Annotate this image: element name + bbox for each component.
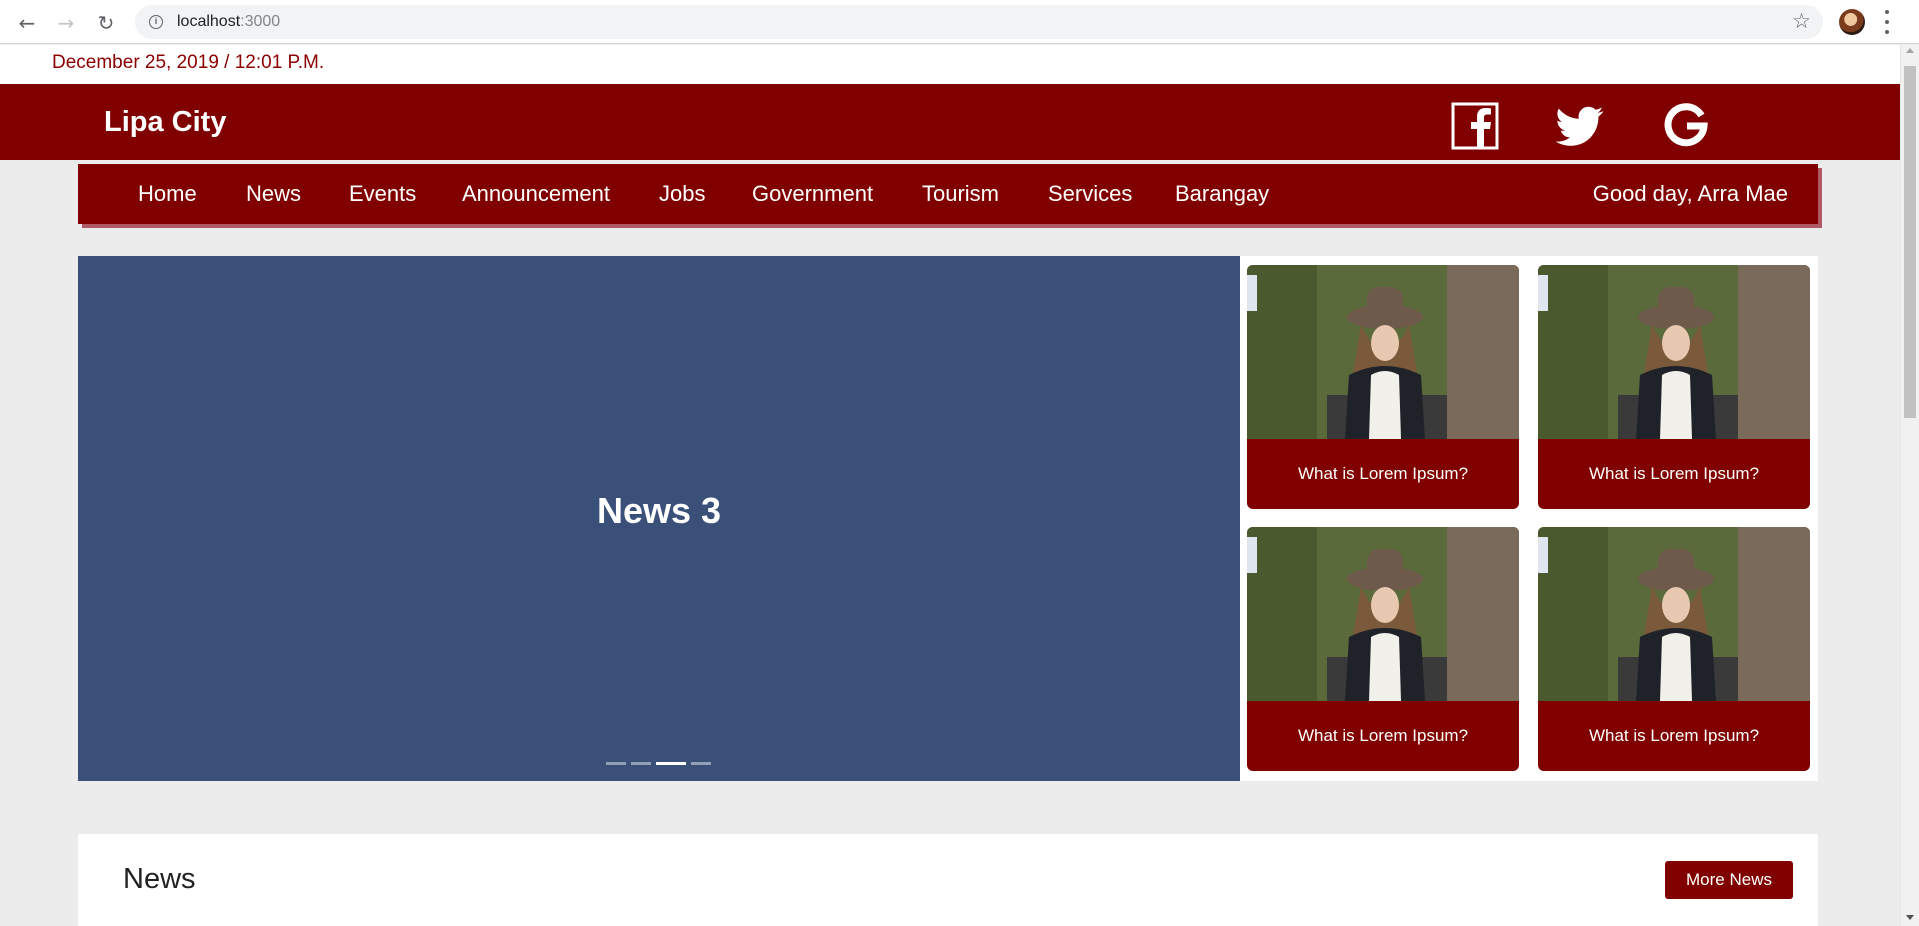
site-brand[interactable]: Lipa City — [104, 106, 226, 139]
scrollbar-thumb[interactable] — [1904, 66, 1916, 418]
twitter-icon[interactable] — [1556, 102, 1604, 150]
carousel-indicator-active[interactable] — [656, 762, 686, 765]
nav-item-jobs[interactable]: Jobs — [659, 181, 705, 207]
news-card-title[interactable]: What is Lorem Ipsum? — [1538, 439, 1810, 509]
featured-cards: What is Lorem Ipsum? What is Lorem Ipsum… — [1240, 256, 1818, 781]
nav-item-tourism[interactable]: Tourism — [922, 181, 999, 207]
more-news-button[interactable]: More News — [1665, 861, 1793, 899]
back-icon[interactable]: ← — [12, 8, 42, 38]
news-card-title[interactable]: What is Lorem Ipsum? — [1247, 701, 1519, 771]
user-greeting[interactable]: Good day, Arra Mae — [1593, 181, 1788, 207]
news-card-photo — [1247, 265, 1519, 439]
nav-item-news[interactable]: News — [246, 181, 301, 207]
carousel-indicator[interactable] — [606, 762, 626, 765]
url-host: localhost — [177, 13, 241, 30]
news-card-photo — [1538, 527, 1810, 701]
carousel-indicator[interactable] — [691, 762, 711, 765]
nav-item-services[interactable]: Services — [1048, 181, 1132, 207]
star-icon[interactable]: ☆ — [1792, 9, 1811, 33]
news-carousel[interactable]: News 3 — [78, 256, 1240, 781]
site-header: Lipa City — [0, 84, 1900, 160]
news-card-photo — [1538, 265, 1810, 439]
carousel-slide-title[interactable]: News 3 — [78, 490, 1240, 532]
forward-icon[interactable]: → — [51, 8, 81, 38]
nav-item-barangay[interactable]: Barangay — [1175, 181, 1269, 207]
profile-avatar[interactable] — [1839, 9, 1865, 35]
news-card[interactable]: What is Lorem Ipsum? — [1247, 265, 1519, 509]
carousel-indicator[interactable] — [631, 762, 651, 765]
info-icon[interactable]: i — [149, 15, 163, 29]
address-url[interactable]: localhost:3000 — [177, 13, 280, 31]
browser-toolbar: ← → ↻ i localhost:3000 ☆ — [0, 0, 1919, 44]
news-card[interactable]: What is Lorem Ipsum? — [1538, 265, 1810, 509]
news-section-title: News — [123, 863, 196, 895]
reload-icon[interactable]: ↻ — [91, 8, 121, 38]
address-bar[interactable]: i localhost:3000 ☆ — [135, 5, 1823, 39]
menu-icon[interactable] — [1884, 10, 1890, 34]
scroll-down-arrow[interactable] — [1906, 915, 1914, 920]
facebook-icon[interactable] — [1451, 102, 1499, 150]
nav-item-announcement[interactable]: Announcement — [462, 181, 610, 207]
news-card-title[interactable]: What is Lorem Ipsum? — [1538, 701, 1810, 771]
news-section: News More News — [78, 834, 1818, 926]
news-card[interactable]: What is Lorem Ipsum? — [1538, 527, 1810, 771]
url-port: :3000 — [240, 13, 281, 30]
nav-item-government[interactable]: Government — [752, 181, 873, 207]
main-nav: Home News Events Announcement Jobs Gover… — [78, 164, 1818, 224]
page-scrollbar[interactable] — [1900, 44, 1919, 926]
nav-item-events[interactable]: Events — [349, 181, 416, 207]
scroll-up-arrow[interactable] — [1906, 48, 1914, 53]
news-card-photo — [1247, 527, 1519, 701]
date-bar: December 25, 2019 / 12:01 P.M. — [0, 45, 1900, 84]
current-datetime: December 25, 2019 / 12:01 P.M. — [52, 52, 325, 73]
carousel-indicators — [606, 762, 711, 765]
nav-item-home[interactable]: Home — [138, 181, 197, 207]
news-card[interactable]: What is Lorem Ipsum? — [1247, 527, 1519, 771]
news-card-title[interactable]: What is Lorem Ipsum? — [1247, 439, 1519, 509]
google-icon[interactable] — [1662, 102, 1710, 150]
